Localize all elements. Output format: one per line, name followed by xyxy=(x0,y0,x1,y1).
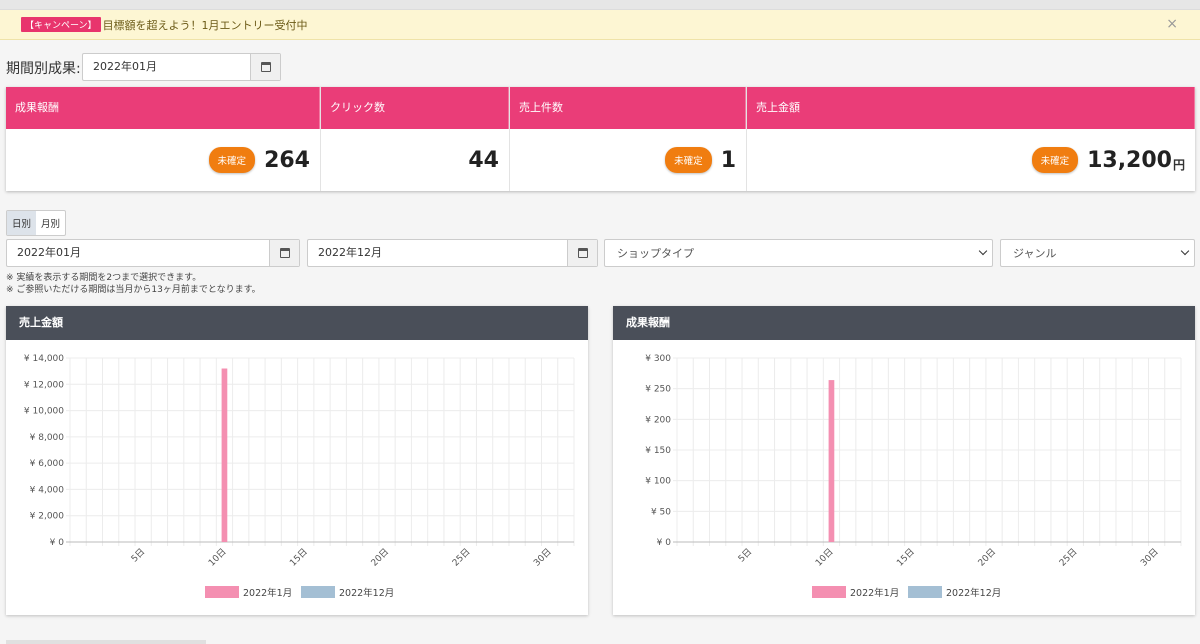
calendar-button[interactable] xyxy=(567,240,597,266)
commission-chart-card: 成果報酬 ¥ 0 ¥ 50 ¥ 100 ¥ 150 ¥ 200 ¥ 250 ¥ 300 5日 1… xyxy=(613,306,1195,615)
chevron-down-icon xyxy=(1180,246,1190,256)
stat-value: 1 xyxy=(720,147,736,173)
shop-type-select[interactable]: ショップタイプ xyxy=(604,239,993,267)
legend-label: 2022年12月 xyxy=(339,587,394,599)
y-tick-label: ¥ 300 xyxy=(645,354,671,364)
start-date-picker[interactable]: 2022年01月 xyxy=(6,239,300,267)
end-date-picker[interactable]: 2022年12月 xyxy=(307,239,598,267)
x-tick-label: 20日 xyxy=(976,546,998,568)
footer-strip xyxy=(6,640,206,644)
genre-select[interactable]: ジャンル xyxy=(1000,239,1195,267)
unconfirmed-badge: 未確定 xyxy=(1031,147,1079,173)
legend-label: 2022年12月 xyxy=(946,587,1001,599)
legend-swatch xyxy=(908,586,942,598)
daily-toggle-button[interactable]: 日別 xyxy=(7,211,37,235)
y-tick-label: ¥ 50 xyxy=(651,507,671,517)
campaign-text[interactable]: 目標額を超えよう！1月エントリー受付中 xyxy=(103,17,308,33)
monthly-toggle-button[interactable]: 月別 xyxy=(36,211,65,235)
stat-value: 44 xyxy=(468,147,499,173)
stat-clicks: クリック数 44 xyxy=(321,87,510,191)
note-line: ※ ご参照いただける期間は当月から13ヶ月前までとなります。 xyxy=(6,285,261,295)
legend-swatch xyxy=(812,586,846,598)
campaign-tag: 【キャンペーン】 xyxy=(21,17,101,32)
close-icon[interactable]: × xyxy=(1166,16,1178,32)
y-tick-label: ¥ 100 xyxy=(645,477,671,487)
x-tick-label: 30日 xyxy=(1138,546,1160,568)
calendar-icon xyxy=(279,248,290,258)
x-tick-label: 10日 xyxy=(813,546,835,568)
y-tick-label: ¥ 8,000 xyxy=(30,433,65,443)
stat-header: 成果報酬 xyxy=(6,87,320,129)
y-tick-label: ¥ 0 xyxy=(657,538,672,548)
y-tick-label: ¥ 0 xyxy=(50,538,65,548)
campaign-banner: 【キャンペーン】 目標額を超えよう！1月エントリー受付中 × xyxy=(0,10,1200,40)
y-tick-label: ¥ 12,000 xyxy=(24,380,64,390)
legend-swatch xyxy=(205,586,239,598)
y-tick-label: ¥ 200 xyxy=(645,415,671,425)
shop-type-value: ショップタイプ xyxy=(617,247,694,260)
x-tick-label: 30日 xyxy=(531,546,553,568)
chart-title: 売上金額 xyxy=(6,306,588,340)
period-label: 期間別成果: xyxy=(6,61,81,77)
sales-amount-chart: ¥ 0 ¥ 2,000 ¥ 4,000 ¥ 6,000 ¥ 8,000 ¥ 10,000 ¥… xyxy=(24,354,575,599)
sales-amount-chart-card: 売上金額 ¥ 0 ¥ 2,000 ¥ 4,000 ¥ 6,000 ¥ 8,000 ¥ 10… xyxy=(6,306,588,615)
y-tick-label: ¥ 150 xyxy=(645,446,671,456)
period-date-picker[interactable]: 2022年01月 xyxy=(82,53,281,81)
stat-sales-amount: 売上金額 未確定 13,200 円 xyxy=(747,87,1195,191)
genre-value: ジャンル xyxy=(1013,247,1057,260)
commission-chart: ¥ 0 ¥ 50 ¥ 100 ¥ 150 ¥ 200 ¥ 250 ¥ 300 5日 10日 15日… xyxy=(645,354,1182,599)
x-tick-label: 15日 xyxy=(288,546,310,568)
x-tick-label: 15日 xyxy=(895,546,917,568)
x-tick-label: 10日 xyxy=(206,546,228,568)
stat-sales-count: 売上件数 未確定 1 xyxy=(510,87,747,191)
period-toggle: 日別 月別 xyxy=(6,210,67,236)
legend-label: 2022年1月 xyxy=(850,587,899,599)
legend-swatch xyxy=(301,586,335,598)
bar xyxy=(828,380,835,542)
browser-top-strip xyxy=(0,0,1200,10)
period-date-value[interactable]: 2022年01月 xyxy=(83,54,250,80)
stat-value: 13,200 xyxy=(1087,147,1172,173)
bar xyxy=(221,368,228,542)
stat-header: 売上件数 xyxy=(510,87,746,129)
calendar-button[interactable] xyxy=(269,240,299,266)
stat-value: 264 xyxy=(264,147,310,173)
x-tick-label: 5日 xyxy=(736,546,754,564)
calendar-button[interactable] xyxy=(250,54,280,80)
y-tick-label: ¥ 14,000 xyxy=(24,354,64,364)
calendar-icon xyxy=(260,62,271,72)
stat-commission: 成果報酬 未確定 264 xyxy=(6,87,321,191)
end-date-value[interactable]: 2022年12月 xyxy=(308,240,567,266)
stat-header: クリック数 xyxy=(321,87,509,129)
y-tick-label: ¥ 4,000 xyxy=(30,485,65,495)
unconfirmed-badge: 未確定 xyxy=(208,147,256,173)
chevron-down-icon xyxy=(978,246,988,256)
y-tick-label: ¥ 250 xyxy=(645,385,671,395)
calendar-icon xyxy=(577,248,588,258)
y-tick-label: ¥ 2,000 xyxy=(30,512,65,522)
x-tick-label: 25日 xyxy=(450,546,472,568)
x-tick-label: 20日 xyxy=(369,546,391,568)
start-date-value[interactable]: 2022年01月 xyxy=(7,240,269,266)
y-tick-label: ¥ 6,000 xyxy=(30,459,65,469)
summary-stats: 成果報酬 未確定 264 クリック数 44 売上件数 未確定 1 売上金額 未確… xyxy=(6,87,1195,191)
x-tick-label: 25日 xyxy=(1057,546,1079,568)
legend-label: 2022年1月 xyxy=(243,587,292,599)
stat-header: 売上金額 xyxy=(747,87,1195,129)
y-tick-label: ¥ 10,000 xyxy=(24,407,64,417)
x-tick-label: 5日 xyxy=(129,546,147,564)
unconfirmed-badge: 未確定 xyxy=(665,147,712,173)
chart-title: 成果報酬 xyxy=(613,306,1195,340)
currency-unit: 円 xyxy=(1172,157,1185,172)
